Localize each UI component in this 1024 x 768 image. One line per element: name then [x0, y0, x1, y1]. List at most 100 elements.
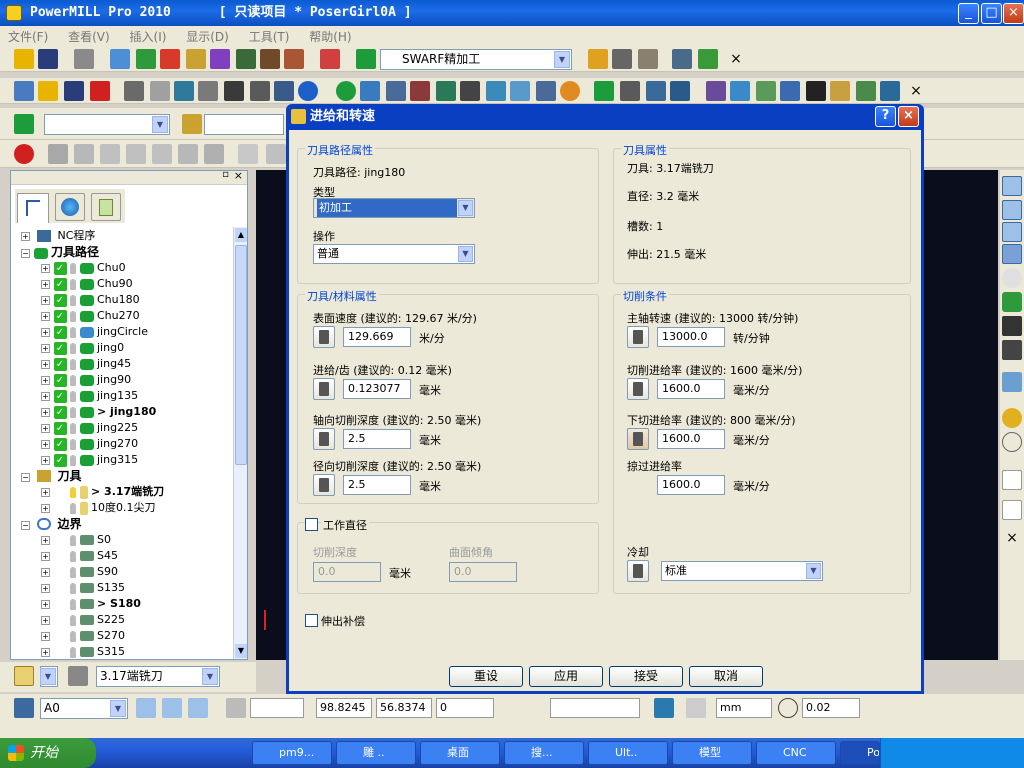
taskbar-item[interactable]: pm9... — [252, 741, 332, 765]
tree-icon[interactable] — [670, 81, 690, 101]
lightbulb-icon[interactable] — [70, 374, 76, 386]
check-icon[interactable]: ✓ — [53, 421, 67, 435]
cycle-icon[interactable] — [436, 81, 456, 101]
close-toolbar-icon[interactable]: × — [906, 81, 926, 101]
grid-field[interactable] — [250, 698, 304, 718]
lightbulb-icon[interactable] — [70, 406, 76, 418]
check-icon[interactable]: ✓ — [53, 437, 67, 451]
mesh-icon[interactable] — [856, 81, 876, 101]
arrows-icon[interactable] — [698, 49, 718, 69]
cancel-button[interactable]: 取消 — [689, 666, 763, 687]
tree-node-tool[interactable]: + 10度0.1尖刀 — [21, 500, 231, 516]
check-icon[interactable]: ✓ — [53, 405, 67, 419]
tab-web[interactable] — [55, 193, 85, 221]
strategy-icon[interactable] — [14, 114, 34, 134]
lightbulb-icon[interactable] — [70, 614, 76, 626]
surface-speed-input[interactable]: 129.669 — [343, 327, 411, 347]
list-icon[interactable] — [150, 81, 170, 101]
document-icon[interactable] — [460, 81, 480, 101]
lightbulb-icon[interactable] — [70, 310, 76, 322]
grid-icon[interactable] — [224, 81, 244, 101]
tree-node-toolpath-active[interactable]: + ✓ > jing180 — [21, 404, 231, 420]
units-icon[interactable] — [654, 698, 674, 718]
text-icon[interactable] — [806, 81, 826, 101]
reset-button[interactable]: 重设 — [449, 666, 523, 687]
model-icon[interactable] — [14, 81, 34, 101]
check-icon[interactable]: ✓ — [53, 261, 67, 275]
open-folder-icon[interactable] — [14, 49, 34, 69]
ncprogram-icon[interactable] — [284, 49, 304, 69]
lightbulb-icon[interactable] — [70, 630, 76, 642]
check-icon[interactable]: ✓ — [53, 325, 67, 339]
taskbar-item[interactable]: 搜... — [504, 741, 584, 765]
view-icon[interactable] — [100, 144, 120, 164]
lightbulb-icon[interactable] — [70, 390, 76, 402]
zoom-icon[interactable] — [1002, 268, 1022, 288]
taskbar-item[interactable]: 雕 .. — [336, 741, 416, 765]
taskbar-item[interactable]: CNC — [756, 741, 836, 765]
lightbulb-icon[interactable] — [70, 646, 76, 658]
close-toolbar-icon[interactable]: × — [1002, 528, 1022, 548]
view-icon[interactable] — [74, 144, 94, 164]
box-icon[interactable] — [706, 81, 726, 101]
tree-node-toolpaths[interactable]: − 刀具路径 — [21, 244, 231, 260]
lightbulb-icon[interactable] — [70, 342, 76, 354]
coolant-icon[interactable] — [627, 560, 649, 582]
wireframe-icon[interactable] — [1002, 432, 1022, 452]
view-icon[interactable] — [204, 144, 224, 164]
tree-node-boundary[interactable]: + S90 — [21, 564, 231, 580]
block-edit-icon[interactable] — [124, 81, 144, 101]
tree-node-boundary[interactable]: + S270 — [21, 628, 231, 644]
view-icon[interactable] — [266, 144, 286, 164]
tool-icon[interactable] — [14, 666, 34, 686]
block-icon[interactable] — [110, 49, 130, 69]
lightbulb-icon[interactable] — [70, 422, 76, 434]
refresh-icon[interactable] — [1002, 292, 1022, 312]
lightbulb-icon[interactable] — [70, 534, 76, 546]
save-icon[interactable] — [64, 81, 84, 101]
tool-icon[interactable] — [182, 114, 202, 134]
lightbulb-icon[interactable] — [70, 262, 76, 274]
ruler-icon[interactable] — [686, 698, 706, 718]
lightbulb-icon[interactable] — [70, 454, 76, 466]
leads-links-icon[interactable] — [210, 49, 230, 69]
hand-icon[interactable] — [627, 428, 649, 450]
check-icon[interactable]: ✓ — [53, 453, 67, 467]
tab-recycle[interactable] — [91, 193, 121, 221]
arrow-branch-icon[interactable] — [510, 81, 530, 101]
menu-file[interactable]: 文件(F) — [0, 26, 56, 47]
zoom-box-icon[interactable] — [1002, 340, 1022, 360]
link-icon[interactable] — [646, 81, 666, 101]
record-icon[interactable] — [410, 81, 430, 101]
operation-select[interactable]: 普通 ▼ — [313, 244, 475, 264]
end-point-icon[interactable] — [260, 49, 280, 69]
tree-node-ncprogram[interactable]: + NC程序 — [21, 228, 231, 244]
workplane-icon[interactable] — [14, 698, 34, 718]
tool-edit-icon[interactable] — [68, 666, 88, 686]
lightbulb-icon[interactable] — [70, 598, 76, 610]
tree-node-boundary[interactable]: + S0 — [21, 532, 231, 548]
taskbar-item[interactable]: 模型 — [672, 741, 752, 765]
close-toolbar-icon[interactable]: × — [726, 49, 746, 69]
close-panel-icon[interactable]: × — [234, 169, 243, 182]
tree-node-toolpath[interactable]: + ✓ jing315 — [21, 452, 231, 468]
plunge-feed-input[interactable]: 1600.0 — [657, 429, 725, 449]
menu-view[interactable]: 查看(V) — [60, 26, 118, 47]
maximize-button[interactable]: □ — [981, 3, 1002, 24]
green-circle-icon[interactable] — [336, 81, 356, 101]
cube-icon[interactable] — [756, 81, 776, 101]
axial-depth-input[interactable]: 2.5 — [343, 429, 411, 449]
tolerance-icon[interactable] — [778, 698, 798, 718]
fit-icon[interactable] — [1002, 316, 1022, 336]
workplane-align-icon[interactable] — [162, 698, 182, 718]
feeds-speeds-icon[interactable] — [160, 49, 180, 69]
shaded-icon[interactable] — [1002, 372, 1022, 392]
menu-tools[interactable]: 工具(T) — [241, 26, 298, 47]
settings-icon[interactable] — [386, 81, 406, 101]
lightbulb-icon[interactable] — [70, 438, 76, 450]
menu-display[interactable]: 显示(D) — [178, 26, 237, 47]
abc-icon[interactable] — [274, 81, 294, 101]
dialog-close-button[interactable]: × — [898, 106, 919, 127]
view-icon[interactable] — [238, 144, 258, 164]
menu-help[interactable]: 帮助(H) — [301, 26, 359, 47]
